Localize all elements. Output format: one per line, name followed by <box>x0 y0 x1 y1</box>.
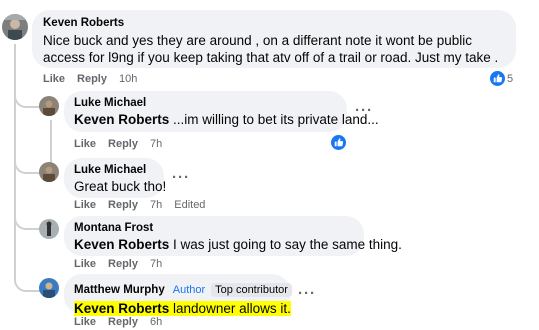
author-badge: Author <box>172 284 206 296</box>
avatar[interactable] <box>39 278 59 298</box>
reply-button[interactable]: Reply <box>108 199 138 211</box>
mention-link[interactable]: Keven Roberts <box>74 112 169 127</box>
comment-text: Nice buck and yes they are around , on a… <box>43 33 499 65</box>
like-button[interactable]: Like <box>74 316 96 328</box>
comment-bubble: Keven Roberts Nice buck and yes they are… <box>32 10 516 68</box>
comment-bubble: Luke Michael Keven Roberts ...im willing… <box>64 91 379 132</box>
thread-connector <box>14 158 40 174</box>
like-button[interactable]: Like <box>43 73 65 85</box>
more-options-button[interactable]: ··· <box>298 286 316 301</box>
comment-author[interactable]: Matthew Murphy <box>74 284 165 296</box>
comment-actions: Like Reply 7h <box>74 258 162 270</box>
avatar[interactable] <box>39 162 59 182</box>
comment-author[interactable]: Keven Roberts <box>43 17 505 29</box>
comment-time[interactable]: 6h <box>150 316 162 328</box>
reply-button[interactable]: Reply <box>108 316 138 328</box>
comment-bubble: Montana Frost Keven Roberts I was just g… <box>64 216 402 256</box>
like-button[interactable]: Like <box>74 138 96 150</box>
more-options-button[interactable]: ··· <box>172 170 190 185</box>
reply-button[interactable]: Reply <box>108 258 138 270</box>
comment-text: Keven Roberts I was just going to say th… <box>74 236 402 253</box>
comment-body: ...im willing to bet its private land... <box>169 112 379 127</box>
comment-bubble: Luke Michael Great buck tho! <box>64 158 167 198</box>
comment-text: Great buck tho! <box>74 179 167 194</box>
comment-bubble: Matthew Murphy Author Top contributor Keve… <box>64 274 292 317</box>
edited-label[interactable]: Edited <box>174 199 205 211</box>
comment-actions: Like Reply 7h <box>74 138 162 150</box>
reaction-summary[interactable] <box>331 135 346 150</box>
top-contributor-badge[interactable]: Top contributor <box>211 283 292 297</box>
comment-actions: Like Reply 6h <box>74 316 162 328</box>
like-button[interactable]: Like <box>74 258 96 270</box>
comment-text: Keven Roberts landowner allows it. <box>74 300 291 317</box>
reaction-summary[interactable]: 5 <box>490 71 513 86</box>
like-reaction-icon <box>331 135 346 150</box>
thread-connector <box>14 276 40 292</box>
comment-author[interactable]: Luke Michael <box>74 97 337 109</box>
comment-header: Matthew Murphy Author Top contributor <box>74 280 292 298</box>
avatar[interactable] <box>39 219 59 239</box>
reply-button[interactable]: Reply <box>108 138 138 150</box>
comment-body: landowner allows it. <box>169 301 291 316</box>
thread-connector <box>14 214 40 230</box>
like-button[interactable]: Like <box>74 199 96 211</box>
mention-link[interactable]: Keven Roberts <box>74 237 169 252</box>
comment-time[interactable]: 10h <box>119 73 137 85</box>
avatar[interactable] <box>2 14 28 40</box>
reaction-count: 5 <box>507 72 514 85</box>
comment-body: I was just going to say the same thing. <box>169 237 402 252</box>
thread-connector <box>14 92 40 108</box>
reply-button[interactable]: Reply <box>77 73 107 85</box>
comment-actions: Like Reply 7h Edited <box>74 199 205 211</box>
like-reaction-icon <box>490 71 505 86</box>
more-options-button[interactable]: ··· <box>355 103 373 118</box>
comment-text: Keven Roberts ...im willing to bet its p… <box>74 111 379 128</box>
comment-time[interactable]: 7h <box>150 258 162 270</box>
mention-link[interactable]: Keven Roberts <box>74 301 169 316</box>
comment-actions: Like Reply 10h <box>43 73 137 85</box>
thread-line <box>50 120 52 165</box>
comment-time[interactable]: 7h <box>150 138 162 150</box>
comment-time[interactable]: 7h <box>150 199 162 211</box>
avatar[interactable] <box>39 96 59 116</box>
comment-author[interactable]: Luke Michael <box>74 164 154 176</box>
comment-author[interactable]: Montana Frost <box>74 222 354 234</box>
